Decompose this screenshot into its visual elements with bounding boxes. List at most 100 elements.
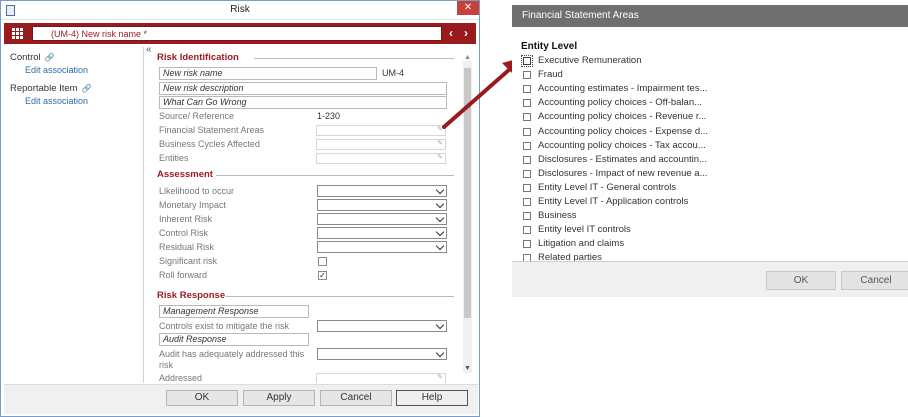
section-title-assessment: Assessment — [157, 169, 213, 180]
fsa-item-label: Business — [538, 210, 577, 222]
collapse-panel-icon[interactable]: « — [146, 44, 152, 55]
entities-label: Entities — [159, 153, 189, 163]
section-title-identification: Risk Identification — [157, 52, 239, 63]
rollforward-label: Roll forward — [159, 270, 208, 280]
section-divider — [254, 58, 454, 59]
record-name-field[interactable]: (UM-4) New risk name * — [32, 26, 442, 41]
chevron-down-icon — [435, 227, 445, 237]
record-header: (UM-4) New risk name * ‹ › — [4, 23, 476, 44]
what-can-go-wrong-input[interactable]: What Can Go Wrong — [159, 96, 447, 109]
significant-checkbox[interactable] — [318, 257, 327, 266]
management-response-input[interactable]: Management Response — [159, 305, 309, 318]
edit-association-control-link[interactable]: Edit association — [25, 65, 88, 75]
fsa-item-checkbox[interactable] — [523, 169, 531, 178]
fsa-item-checkbox[interactable] — [523, 141, 531, 150]
fsa-item-label: Accounting estimates - Impairment tes... — [538, 83, 708, 95]
fsa-item-label: Fraud — [538, 69, 563, 81]
fsa-item-checkbox[interactable] — [523, 99, 531, 108]
group-title: Entity Level — [521, 41, 578, 52]
fsa-item-checkbox[interactable] — [523, 212, 531, 221]
risk-name-input[interactable]: New risk name — [159, 67, 377, 80]
section-divider — [226, 296, 454, 297]
fsa-item-checkbox[interactable] — [521, 55, 533, 67]
inherent-select[interactable] — [317, 213, 447, 225]
monetary-select[interactable] — [317, 199, 447, 211]
risk-id: UM-4 — [382, 68, 404, 78]
audit-addressed-label: Audit has adequately addressed this — [159, 349, 305, 359]
residual-select[interactable] — [317, 241, 447, 253]
inherent-label: Inherent Risk — [159, 214, 213, 224]
link-icon: 🔗 — [44, 53, 55, 62]
fsa-item-label: Accounting policy choices - Revenue r... — [538, 111, 707, 123]
associations-panel: « Control 🔗 Edit association Reportable I… — [4, 44, 152, 383]
pencil-icon: ✎ — [437, 140, 443, 147]
audit-addressed-select[interactable] — [317, 348, 447, 360]
fsa-item-label: Accounting policy choices - Off-balan... — [538, 97, 703, 109]
cancel-button[interactable]: Cancel — [320, 390, 392, 406]
help-button[interactable]: Help — [396, 390, 468, 406]
fsa-item-label: Disclosures - Estimates and accountin... — [538, 153, 707, 165]
fsa-item-label: Accounting policy choices - Expense d... — [538, 125, 709, 137]
entities-field[interactable]: ✎ — [316, 153, 446, 164]
pencil-icon: ✎ — [437, 154, 443, 161]
residual-label: Residual Risk — [159, 242, 215, 252]
chevron-down-icon — [435, 213, 445, 223]
control-risk-label: Control Risk — [159, 228, 209, 238]
scroll-down-icon[interactable]: ▼ — [463, 365, 472, 372]
addressed-field[interactable]: ✎ — [316, 373, 446, 383]
fsa-dialog: Financial Statement Areas Entity Level E… — [512, 5, 908, 297]
fsa-item-checkbox[interactable] — [523, 71, 531, 80]
apply-button[interactable]: Apply — [243, 390, 315, 406]
source-label: Source/ Reference — [159, 111, 235, 121]
fsa-list: Entity Level Executive Remuneration Fraud… — [512, 27, 908, 261]
close-button[interactable]: ✕ — [457, 1, 479, 15]
dialog-footer: OK Cancel — [512, 261, 908, 297]
risk-description-input[interactable]: New risk description — [159, 82, 447, 95]
fsa-item-label: Related parties — [538, 252, 602, 261]
control-risk-select[interactable] — [317, 227, 447, 239]
fsa-item-label: Entity Level IT - General controls — [538, 181, 677, 193]
risk-form: Risk Identification New risk name UM-4 N… — [156, 49, 454, 383]
fsa-item-checkbox[interactable] — [523, 226, 531, 235]
section-divider — [216, 175, 454, 176]
cycles-field[interactable]: ✎ — [316, 139, 446, 150]
controls-exist-select[interactable] — [317, 320, 447, 332]
title-bar: Risk ✕ — [1, 1, 479, 20]
fsa-item-checkbox[interactable] — [523, 183, 531, 192]
fsa-cancel-button[interactable]: Cancel — [841, 271, 908, 290]
likelihood-label: Likelihood to occur — [159, 186, 235, 196]
cycles-label: Business Cycles Affected — [159, 139, 260, 149]
fsa-item-checkbox[interactable] — [523, 155, 531, 164]
monetary-label: Monetary Impact — [159, 200, 227, 210]
fsa-item-label: Disclosures - Impact of new revenue a... — [538, 167, 708, 179]
audit-response-input[interactable]: Audit Response — [159, 333, 309, 346]
fsa-item-label: Executive Remuneration — [538, 55, 642, 66]
fsa-field[interactable]: ✎ — [316, 125, 446, 136]
edit-association-reportable-link[interactable]: Edit association — [25, 96, 88, 106]
previous-record-button[interactable]: ‹ — [444, 26, 458, 41]
fsa-item-checkbox[interactable] — [523, 85, 531, 94]
fsa-item-checkbox[interactable] — [523, 240, 531, 249]
fsa-item-label: Litigation and claims — [538, 238, 625, 250]
fsa-item-label: Entity level IT controls — [538, 224, 631, 236]
window-title: Risk — [230, 4, 250, 15]
fsa-label: Financial Statement Areas — [159, 125, 265, 135]
fsa-item-checkbox[interactable] — [523, 127, 531, 136]
fsa-item-checkbox[interactable] — [523, 113, 531, 122]
fsa-ok-button[interactable]: OK — [766, 271, 836, 290]
likelihood-select[interactable] — [317, 185, 447, 197]
rollforward-checkbox[interactable]: ✓ — [318, 271, 327, 280]
ok-button[interactable]: OK — [166, 390, 238, 406]
chevron-down-icon — [435, 348, 445, 358]
risk-window: Risk ✕ (UM-4) New risk name * ‹ › « Cont… — [0, 0, 480, 417]
significant-label: Significant risk — [159, 256, 218, 266]
audit-addressed-label-cont: risk — [159, 360, 173, 370]
fsa-item-checkbox[interactable] — [523, 198, 531, 206]
chevron-down-icon — [435, 320, 445, 330]
fsa-item-label: Accounting policy choices - Tax accou... — [538, 139, 706, 151]
next-record-button[interactable]: › — [459, 26, 473, 41]
chevron-down-icon — [435, 185, 445, 195]
pencil-icon: ✎ — [437, 374, 443, 381]
grid-menu-icon[interactable] — [12, 28, 23, 39]
fsa-item-checkbox[interactable] — [523, 254, 531, 261]
